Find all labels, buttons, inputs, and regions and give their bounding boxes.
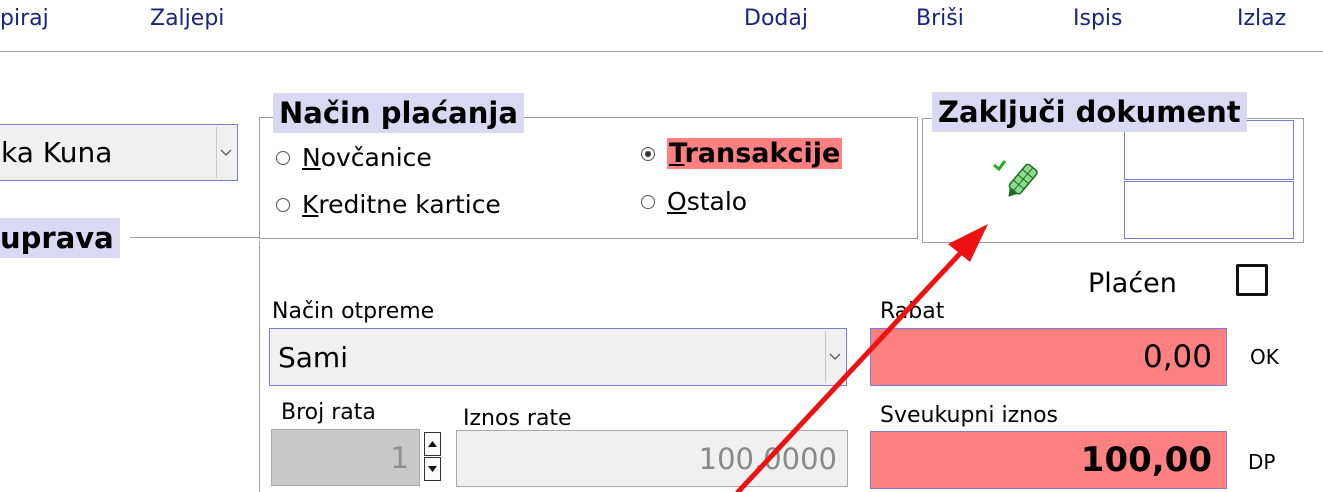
red-arrow-annotation <box>735 224 988 492</box>
